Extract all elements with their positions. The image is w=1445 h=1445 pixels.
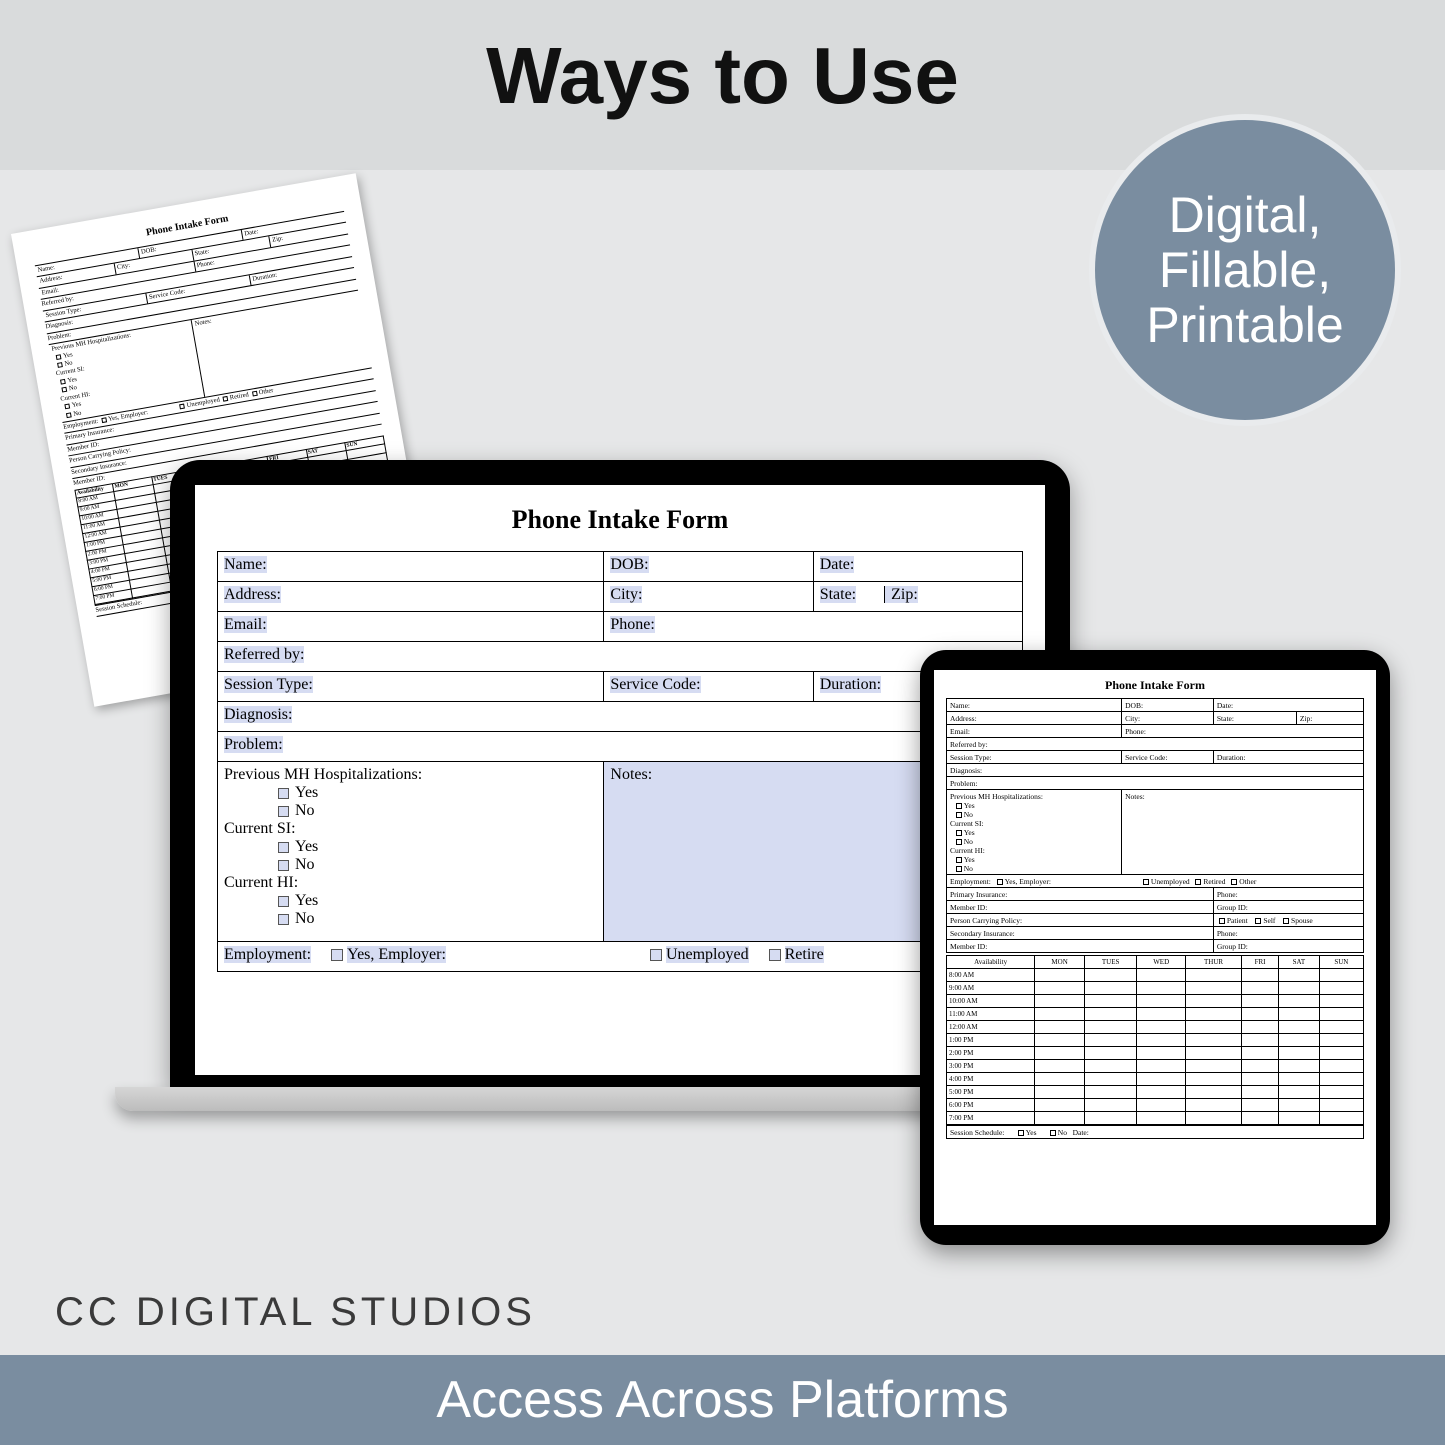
t-group2[interactable]: Group ID: (1213, 940, 1363, 953)
feature-badge: Digital, Fillable, Printable (1095, 120, 1395, 420)
t-primary-ins[interactable]: Primary Insurance: (947, 888, 1214, 901)
t-employment: Employment: Yes, Employer:Unemployed Ret… (947, 875, 1364, 888)
t-email[interactable]: Email: (947, 725, 1122, 738)
t-zip[interactable]: Zip: (1296, 712, 1363, 725)
checkbox-icon[interactable] (769, 949, 781, 961)
tablet-screen: Phone Intake Form Name:DOB:Date: Address… (934, 670, 1376, 1225)
checkbox-icon[interactable] (278, 914, 289, 925)
l-phone[interactable]: Phone: (610, 616, 654, 633)
l-employment-row: Employment: Yes, Employer: Unemployed Re… (218, 942, 1023, 972)
t-diagnosis[interactable]: Diagnosis: (947, 764, 1364, 777)
footer-bar: Access Across Platforms (0, 1355, 1445, 1445)
checkbox-icon[interactable] (1231, 879, 1237, 885)
checkbox-icon[interactable] (956, 857, 962, 863)
l-address[interactable]: Address: (224, 586, 281, 603)
checkbox-icon[interactable] (278, 842, 289, 853)
l-problem[interactable]: Problem: (224, 736, 283, 753)
badge-line1: Digital, (1169, 187, 1322, 243)
badge-line2: Fillable, (1159, 242, 1331, 298)
t-notes[interactable]: Notes: (1122, 790, 1364, 875)
t-member2[interactable]: Member ID: (947, 940, 1214, 953)
l-city[interactable]: City: (610, 586, 642, 603)
checkbox-icon[interactable] (278, 896, 289, 907)
checkbox-icon[interactable] (1050, 1130, 1056, 1136)
checkbox-icon[interactable] (1283, 918, 1289, 924)
t-duration[interactable]: Duration: (1213, 751, 1363, 764)
footer-text: Access Across Platforms (436, 1370, 1008, 1430)
brand-label: CC DIGITAL STUDIOS (55, 1290, 536, 1335)
l-zip[interactable]: Zip: (884, 586, 918, 603)
l-referred[interactable]: Referred by: (224, 646, 304, 663)
checkbox-icon[interactable] (956, 866, 962, 872)
checkbox-icon[interactable] (331, 949, 343, 961)
t-session-schedule: Session Schedule: Yes No Date: (947, 1126, 1364, 1139)
l-name[interactable]: Name: (224, 556, 267, 573)
t-dob[interactable]: DOB: (1122, 699, 1214, 712)
l-state[interactable]: State: (820, 586, 856, 603)
checkbox-icon[interactable] (278, 860, 289, 871)
checkbox-icon[interactable] (1255, 918, 1261, 924)
t-name[interactable]: Name: (947, 699, 1122, 712)
t-mh-block: Previous MH Hospitalizations: Yes No Cur… (947, 790, 1122, 875)
l-mh-block: Previous MH Hospitalizations: Yes No Cur… (218, 762, 604, 942)
laptop-form-title: Phone Intake Form (217, 505, 1023, 535)
t-referred[interactable]: Referred by: (947, 738, 1364, 751)
checkbox-icon[interactable] (956, 812, 962, 818)
checkbox-icon[interactable] (1018, 1130, 1024, 1136)
t-session[interactable]: Session Type: (947, 751, 1122, 764)
l-email[interactable]: Email: (224, 616, 267, 633)
checkbox-icon[interactable] (956, 803, 962, 809)
checkbox-icon[interactable] (1143, 879, 1149, 885)
t-group[interactable]: Group ID: (1213, 901, 1363, 914)
t-carrying-opts: Patient Self Spouse (1213, 914, 1363, 927)
t-address[interactable]: Address: (947, 712, 1122, 725)
l-session[interactable]: Session Type: (224, 676, 313, 693)
checkbox-icon[interactable] (956, 830, 962, 836)
t-phone[interactable]: Phone: (1122, 725, 1364, 738)
checkbox-icon[interactable] (1195, 879, 1201, 885)
t-sec-phone[interactable]: Phone: (1213, 927, 1363, 940)
t-ins-phone[interactable]: Phone: (1213, 888, 1363, 901)
tablet-form-title: Phone Intake Form (946, 678, 1364, 693)
t-date[interactable]: Date: (1213, 699, 1363, 712)
checkbox-icon[interactable] (278, 806, 289, 817)
l-dob[interactable]: DOB: (610, 556, 648, 573)
checkbox-icon[interactable] (278, 788, 289, 799)
t-carrying[interactable]: Person Carrying Policy: (947, 914, 1214, 927)
badge-line3: Printable (1146, 297, 1343, 353)
l-diagnosis[interactable]: Diagnosis: (224, 706, 292, 723)
t-service[interactable]: Service Code: (1122, 751, 1214, 764)
t-problem[interactable]: Problem: (947, 777, 1364, 790)
t-state[interactable]: State: (1213, 712, 1296, 725)
t-city[interactable]: City: (1122, 712, 1214, 725)
l-date[interactable]: Date: (820, 556, 855, 573)
l-service[interactable]: Service Code: (610, 676, 700, 693)
checkbox-icon[interactable] (650, 949, 662, 961)
tablet-mockup: Phone Intake Form Name:DOB:Date: Address… (920, 650, 1390, 1245)
t-member[interactable]: Member ID: (947, 901, 1214, 914)
laptop-screen: Phone Intake Form Name: DOB: Date: Addre… (195, 485, 1045, 1075)
page-title: Ways to Use (0, 30, 1445, 122)
tablet-schedule: AvailabilityMONTUESWEDTHURFRISATSUN8:00 … (946, 955, 1364, 1125)
l-duration[interactable]: Duration: (820, 676, 881, 693)
t-secondary[interactable]: Secondary Insurance: (947, 927, 1214, 940)
checkbox-icon[interactable] (956, 839, 962, 845)
l-notes[interactable]: Notes: (610, 766, 652, 783)
checkbox-icon[interactable] (997, 879, 1003, 885)
checkbox-icon[interactable] (1219, 918, 1225, 924)
